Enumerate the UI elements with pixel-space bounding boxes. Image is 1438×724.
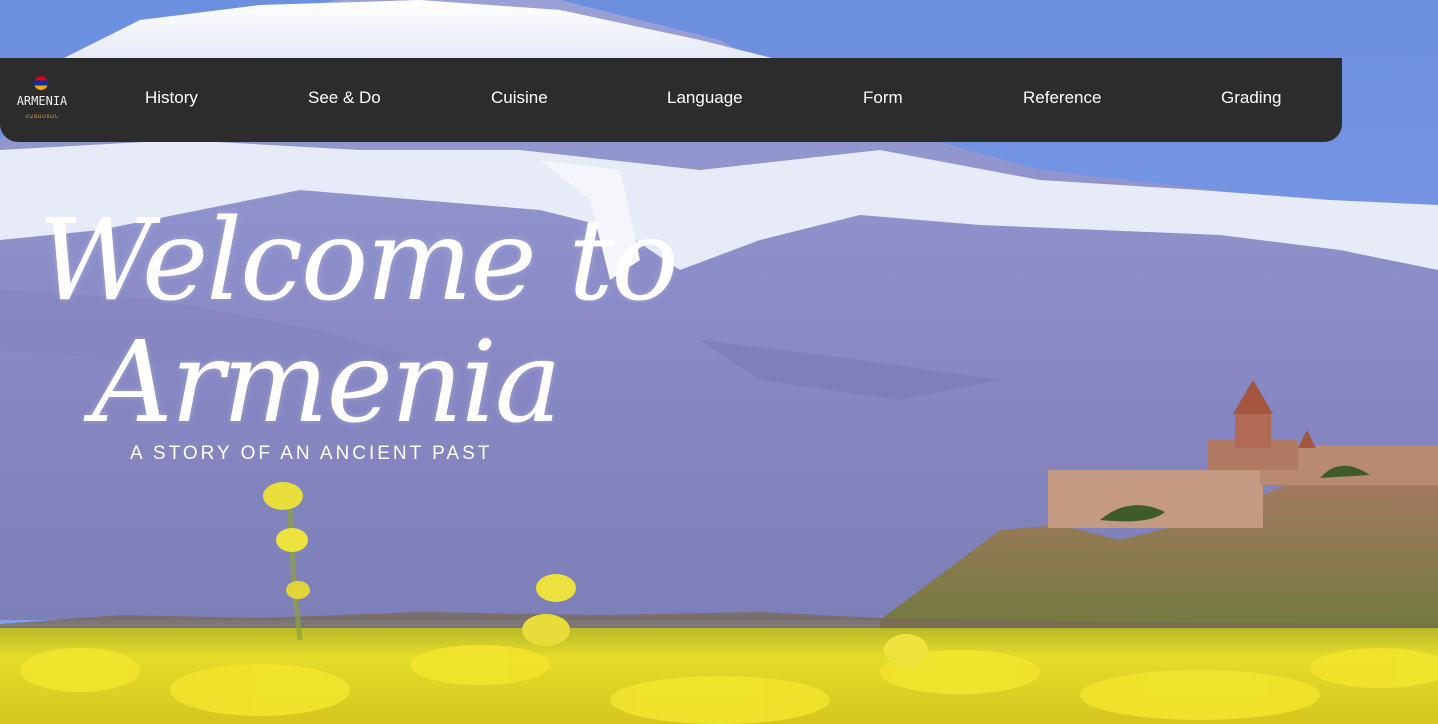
logo-subtext: ՀԱՅԱՍՏԱՆ xyxy=(25,115,59,120)
logo-text: ARMENIA xyxy=(16,94,68,108)
hero-title-line2: Armenia xyxy=(92,318,562,448)
armenia-logo[interactable]: ARMENIA ՀԱՅԱՍՏԱՆ xyxy=(14,74,72,130)
nav-item-form[interactable]: Form xyxy=(863,88,903,108)
nav-item-grading[interactable]: Grading xyxy=(1221,88,1281,108)
nav-item-reference[interactable]: Reference xyxy=(1023,88,1101,108)
armenian-flag-icon xyxy=(34,76,48,90)
main-navbar: ARMENIA ՀԱՅԱՍՏԱՆ History See & Do Cuisin… xyxy=(0,58,1342,142)
hero-title-line1: Welcome to xyxy=(38,196,679,326)
nav-item-see-and-do[interactable]: See & Do xyxy=(308,88,381,108)
nav-item-language[interactable]: Language xyxy=(667,88,743,108)
nav-item-history[interactable]: History xyxy=(145,88,198,108)
nav-item-cuisine[interactable]: Cuisine xyxy=(491,88,548,108)
hero-tagline: A STORY OF AN ANCIENT PAST xyxy=(130,443,493,464)
